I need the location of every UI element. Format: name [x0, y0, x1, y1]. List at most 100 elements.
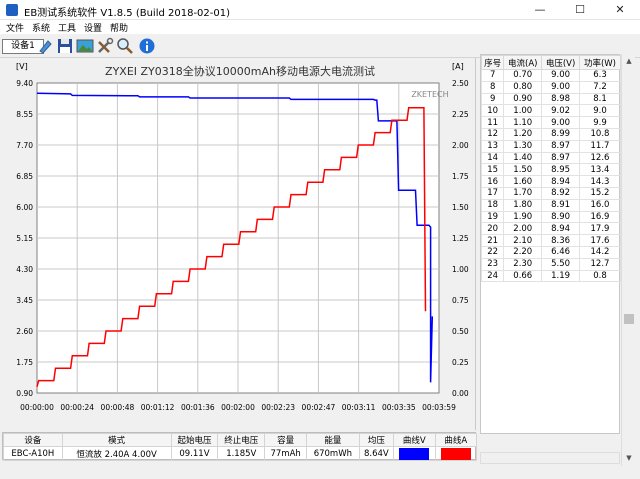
- vertical-scrollbar[interactable]: ▲ ▼: [621, 54, 635, 466]
- curve-v-swatch-cell[interactable]: [393, 446, 436, 461]
- table-cell: 6.46: [541, 245, 580, 259]
- menu-system[interactable]: 系统: [32, 21, 50, 34]
- table-cell: 2.30: [503, 257, 543, 271]
- table-cell: 13.4: [578, 163, 622, 177]
- table-cell: 9.00: [541, 116, 580, 129]
- table-row[interactable]: 13 1.30 8.97 11.7: [480, 139, 622, 153]
- table-cell: 9.00: [541, 80, 580, 94]
- title-bar: EB测试系统软件 V1.8.5 (Build 2018-02-01) — ☐ ✕: [0, 0, 640, 20]
- summary-end-voltage: 1.185V: [217, 446, 266, 461]
- scroll-thumb[interactable]: [624, 314, 634, 324]
- table-cell: 1.90: [503, 210, 543, 224]
- horizontal-scrollbar[interactable]: [480, 452, 620, 464]
- table-cell: 8.91: [541, 198, 580, 212]
- chart-panel: [0, 58, 476, 430]
- summary-avg-voltage: 8.64V: [358, 446, 395, 461]
- menu-tools[interactable]: 工具: [58, 21, 76, 34]
- close-button[interactable]: ✕: [600, 0, 640, 20]
- table-cell: 9.9: [578, 116, 622, 129]
- col-header-index[interactable]: 序号: [480, 55, 505, 70]
- table-row[interactable]: 21 2.10 8.36 17.6: [480, 234, 622, 247]
- table-cell: 7.2: [578, 80, 622, 94]
- summary-header-end-voltage: 终止电压: [217, 433, 266, 447]
- table-cell: 8.90: [541, 210, 580, 224]
- info-icon[interactable]: [138, 37, 156, 55]
- table-cell: 5.50: [541, 257, 580, 271]
- summary-header-energy: 能量: [306, 433, 360, 447]
- table-cell: 12.6: [578, 151, 622, 165]
- right-axis-unit: [A]: [452, 62, 464, 71]
- summary-row[interactable]: EBC-A10H 恒流放 2.40A 4.00V 09.11V 1.185V 7…: [3, 446, 477, 461]
- summary-header-curve-a: 曲线A: [434, 433, 477, 447]
- table-cell: 9.00: [541, 69, 580, 82]
- table-cell: 23: [480, 257, 505, 271]
- table-row[interactable]: 22 2.20 6.46 14.2: [480, 245, 622, 259]
- summary-mode: 恒流放 2.40A 4.00V: [61, 446, 172, 461]
- table-cell: 1.60: [503, 175, 543, 188]
- table-row[interactable]: 8 0.80 9.00 7.2: [480, 80, 622, 94]
- table-cell: 20: [480, 222, 505, 236]
- summary-header-start-voltage: 起始电压: [170, 433, 219, 447]
- table-cell: 8.97: [541, 151, 580, 165]
- table-cell: 16: [480, 175, 505, 188]
- tools-icon[interactable]: [96, 37, 114, 55]
- menu-file[interactable]: 文件: [6, 21, 24, 34]
- table-cell: 8.92: [541, 186, 580, 200]
- col-header-voltage[interactable]: 电压(V): [541, 55, 580, 70]
- table-cell: 8.1: [578, 92, 622, 106]
- maximize-button[interactable]: ☐: [560, 0, 600, 20]
- table-cell: 11.7: [578, 139, 622, 153]
- table-row[interactable]: 15 1.50 8.95 13.4: [480, 163, 622, 177]
- table-cell: 2.10: [503, 234, 543, 247]
- summary-device: EBC-A10H: [3, 446, 63, 461]
- menu-bar: 文件 系统 工具 设置 帮助: [0, 20, 640, 34]
- menu-help[interactable]: 帮助: [110, 21, 128, 34]
- table-row[interactable]: 23 2.30 5.50 12.7: [480, 257, 622, 271]
- zoom-icon[interactable]: [116, 37, 134, 55]
- table-cell: 15: [480, 163, 505, 177]
- table-row[interactable]: 10 1.00 9.02 9.0: [480, 104, 622, 118]
- summary-header-capacity: 容量: [264, 433, 308, 447]
- current-color-swatch[interactable]: [440, 447, 471, 460]
- table-row[interactable]: 9 0.90 8.98 8.1: [480, 92, 622, 106]
- scroll-up-icon[interactable]: ▲: [623, 55, 635, 67]
- data-table: 序号 电流(A) 电压(V) 功率(W) 7 0.70 9.00 6.3 8 0.80 9.…: [480, 54, 622, 434]
- curve-a-swatch-cell[interactable]: [434, 446, 477, 461]
- table-cell: 8.99: [541, 127, 580, 141]
- table-row[interactable]: 18 1.80 8.91 16.0: [480, 198, 622, 212]
- summary-header-device: 设备: [3, 433, 63, 447]
- scroll-down-icon[interactable]: ▼: [623, 452, 635, 464]
- col-header-power[interactable]: 功率(W): [578, 55, 622, 70]
- table-row[interactable]: 11 1.10 9.00 9.9: [480, 116, 622, 129]
- table-cell: 17.6: [578, 234, 622, 247]
- save-icon[interactable]: [56, 37, 74, 55]
- table-cell: 0.80: [503, 80, 543, 94]
- table-cell: 12: [480, 127, 505, 141]
- table-cell: 2.20: [503, 245, 543, 259]
- table-cell: 22: [480, 245, 505, 259]
- table-row[interactable]: 7 0.70 9.00 6.3: [480, 69, 622, 82]
- table-row[interactable]: 17 1.70 8.92 15.2: [480, 186, 622, 200]
- table-row[interactable]: 19 1.90 8.90 16.9: [480, 210, 622, 224]
- summary-start-voltage: 09.11V: [170, 446, 219, 461]
- table-cell: 8: [480, 80, 505, 94]
- table-cell: 10.8: [578, 127, 622, 141]
- minimize-button[interactable]: —: [520, 0, 560, 20]
- voltage-color-swatch[interactable]: [399, 447, 430, 460]
- connect-icon[interactable]: [36, 37, 54, 55]
- menu-settings[interactable]: 设置: [84, 21, 102, 34]
- table-row[interactable]: 16 1.60 8.94 14.3: [480, 175, 622, 188]
- col-header-current[interactable]: 电流(A): [503, 55, 543, 70]
- app-window: EB测试系统软件 V1.8.5 (Build 2018-02-01) — ☐ ✕…: [0, 0, 640, 479]
- table-cell: 8.94: [541, 222, 580, 236]
- table-cell: 13: [480, 139, 505, 153]
- table-row[interactable]: 24 0.66 1.19 0.8: [480, 269, 622, 283]
- table-row[interactable]: 14 1.40 8.97 12.6: [480, 151, 622, 165]
- summary-header-curve-v: 曲线V: [393, 433, 436, 447]
- image-icon[interactable]: [76, 37, 94, 55]
- table-row[interactable]: 12 1.20 8.99 10.8: [480, 127, 622, 141]
- table-cell: 9: [480, 92, 505, 106]
- table-cell: 1.80: [503, 198, 543, 212]
- table-cell: 21: [480, 234, 505, 247]
- table-row[interactable]: 20 2.00 8.94 17.9: [480, 222, 622, 236]
